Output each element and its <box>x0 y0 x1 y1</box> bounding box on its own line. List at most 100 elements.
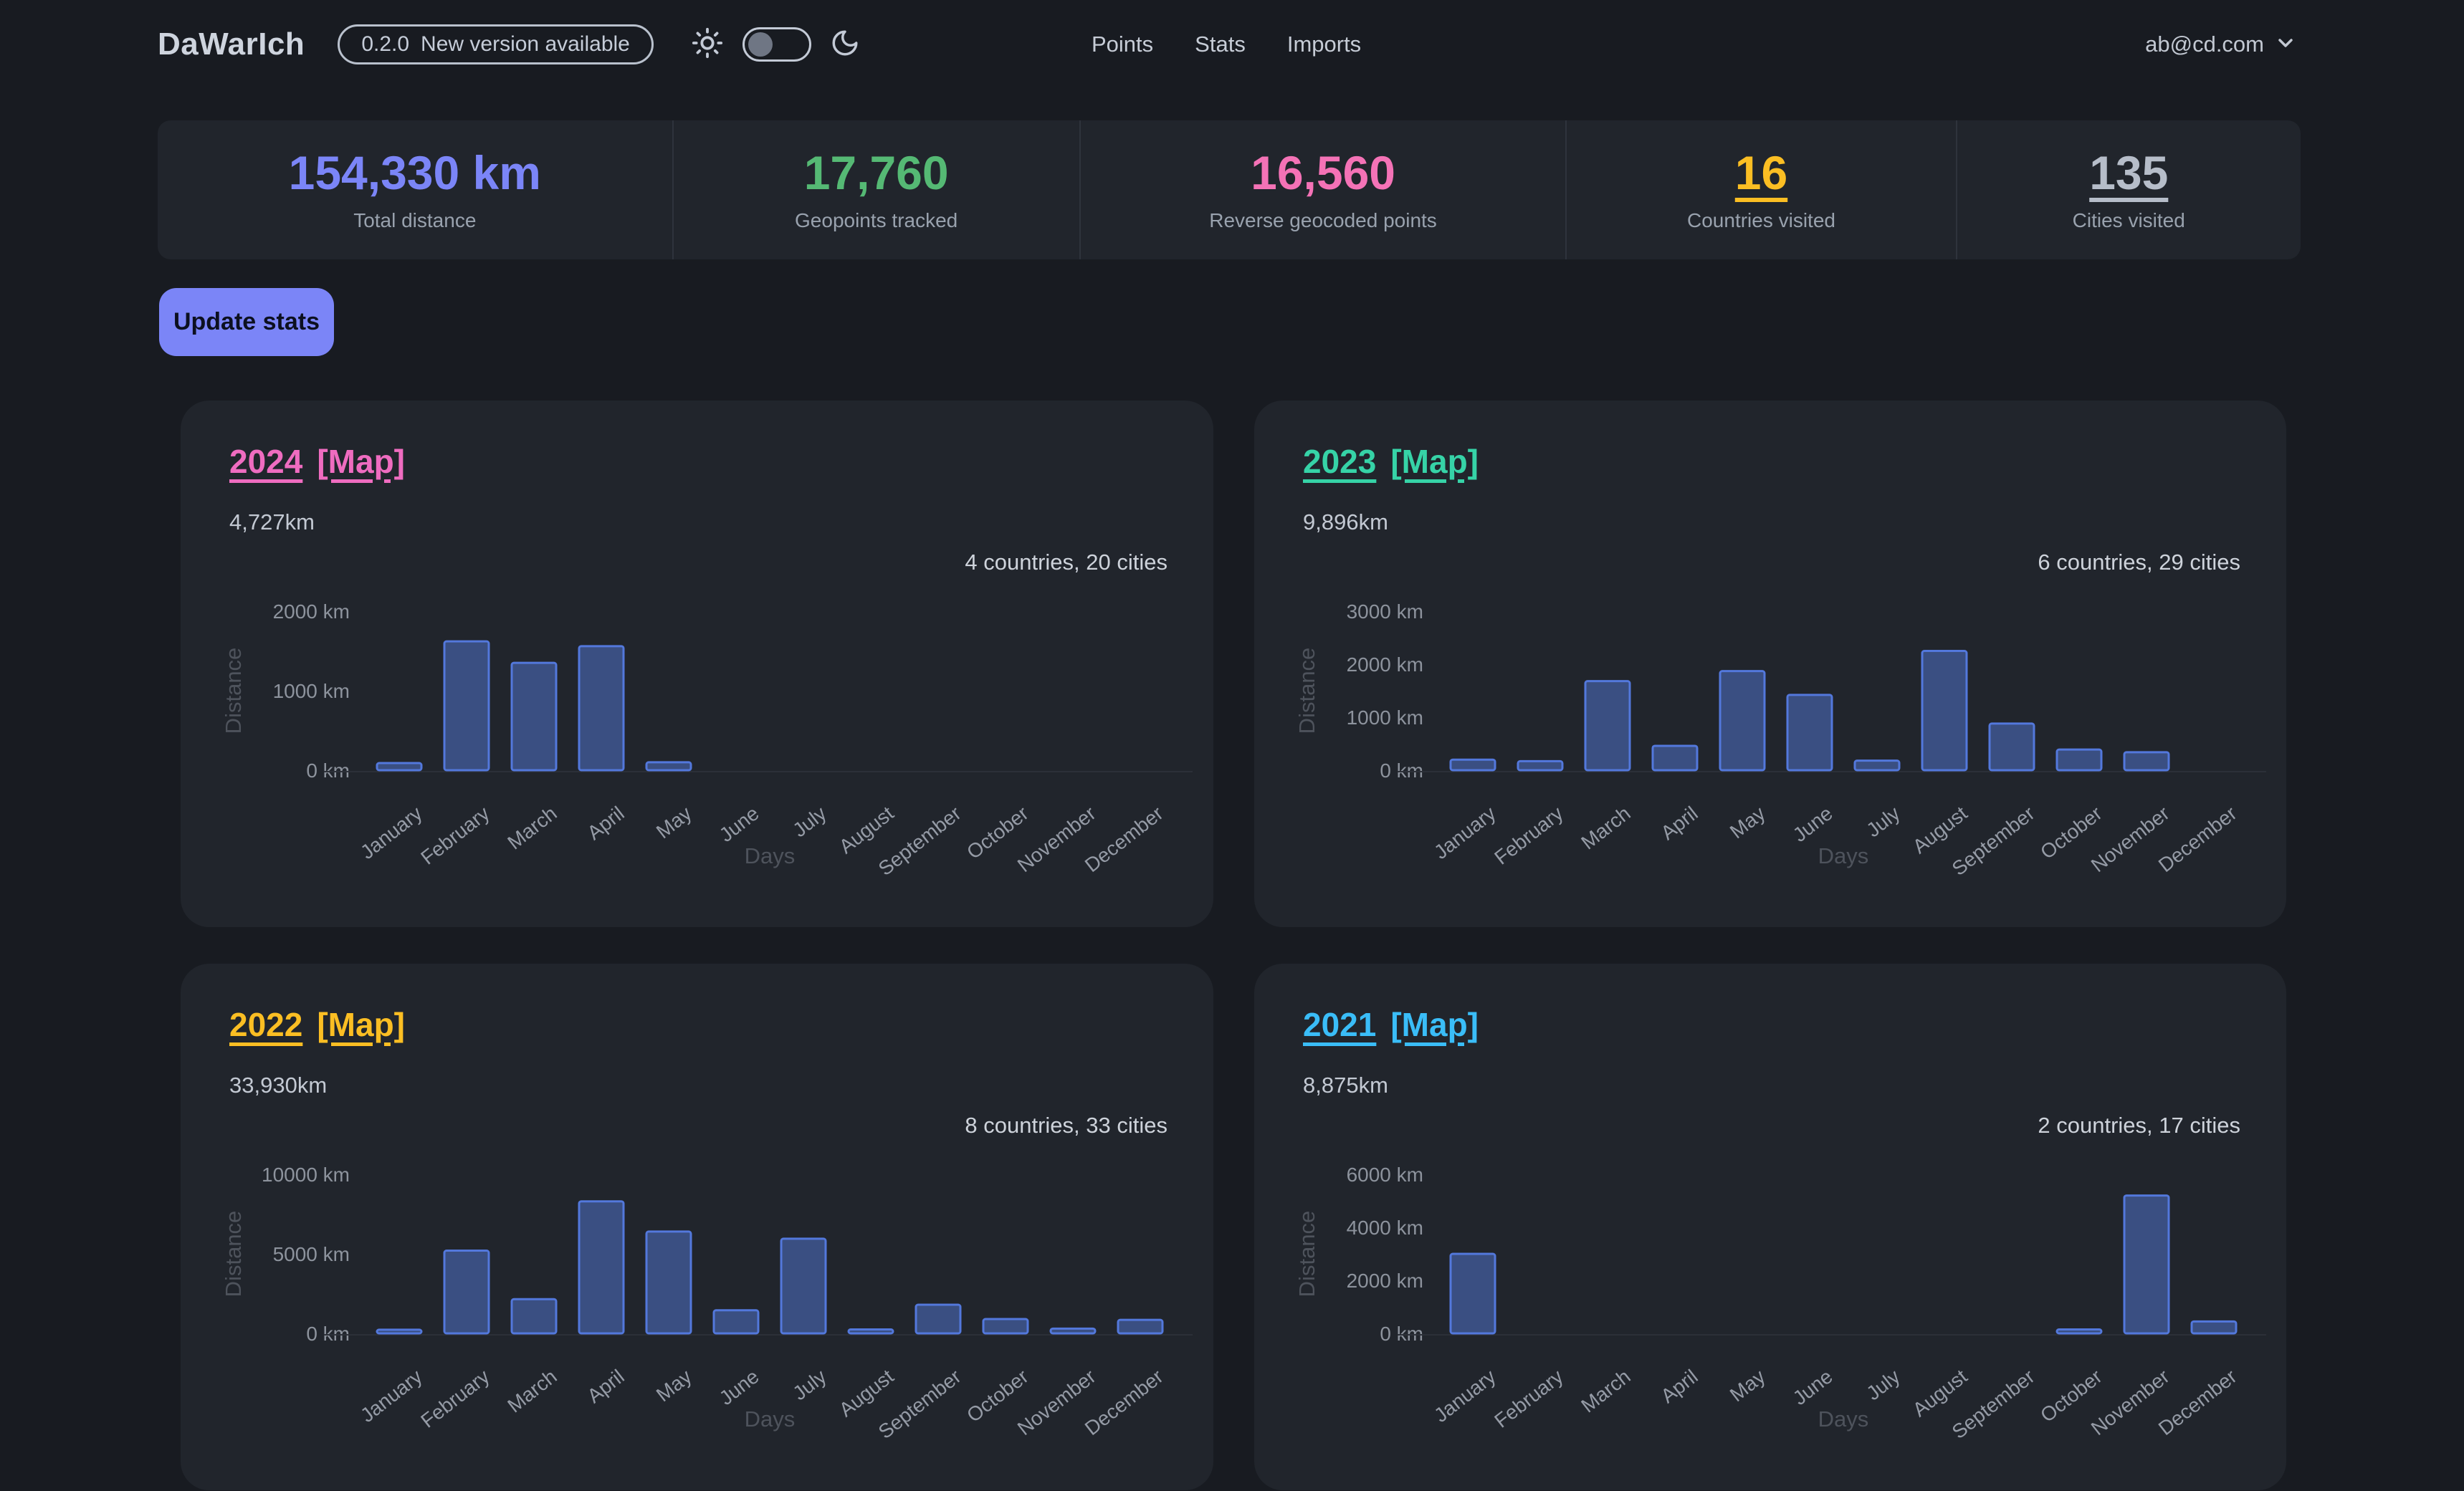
x-tick-label: April <box>583 802 628 844</box>
chart-bar-june <box>714 1310 758 1333</box>
chart-bar-november <box>2124 752 2169 770</box>
app-header: DaWarIch 0.2.0 New version available Poi… <box>0 0 2464 89</box>
chart-bar-november <box>2124 1196 2169 1333</box>
monthly-distance-chart: 0 km1000 km2000 km3000 kmDistanceJanuary… <box>1254 580 2287 928</box>
user-email: ab@cd.com <box>2145 32 2264 57</box>
chart-bar-july <box>1855 761 1899 770</box>
chart-bar-march <box>512 663 556 770</box>
y-tick-label: 5000 km <box>273 1243 350 1265</box>
year-link[interactable]: 2022 <box>229 1006 302 1043</box>
version-badge-text: New version available <box>421 32 630 57</box>
stat-value[interactable]: 135 <box>2089 148 2168 198</box>
x-tick-label: March <box>503 802 560 853</box>
chart-bar-march <box>1585 681 1630 770</box>
y-tick-label: 10000 km <box>262 1164 350 1186</box>
year-link[interactable]: 2021 <box>1303 1006 1376 1043</box>
x-tick-label: May <box>652 802 696 843</box>
x-tick-label: May <box>652 1365 696 1406</box>
sun-icon <box>691 27 724 63</box>
chart-bar-april <box>1653 746 1697 770</box>
year-card: 2022 [Map] 33,930km 8 countries, 33 citie… <box>181 964 1213 1490</box>
x-tick-label: July <box>1862 1365 1904 1404</box>
year-link[interactable]: 2023 <box>1303 443 1376 480</box>
update-stats-button[interactable]: Update stats <box>159 288 334 356</box>
x-tick-label: February <box>1490 1365 1567 1432</box>
year-card: 2024[Map] 4,727km 4 countries, 20 cities… <box>181 401 1213 927</box>
monthly-distance-chart: 0 km1000 km2000 kmDistanceJanuaryFebruar… <box>181 580 1213 928</box>
map-link[interactable]: [Map] <box>1390 443 1479 480</box>
chart-bar-may <box>646 762 691 770</box>
chart-bar-may <box>646 1232 691 1333</box>
chart-bar-april <box>579 646 624 770</box>
user-menu[interactable]: ab@cd.com <box>2145 0 2297 89</box>
y-tick-label: 0 km <box>1380 1323 1423 1345</box>
stat: 16,560 Reverse geocoded points <box>1079 120 1566 259</box>
map-link[interactable]: [Map] <box>1390 1006 1479 1043</box>
x-tick-label: August <box>835 1365 898 1421</box>
year-total-distance: 33,930km <box>229 1073 327 1098</box>
x-tick-label: August <box>1909 802 1972 858</box>
countries-cities-summary: 6 countries, 29 cities <box>2038 550 2240 575</box>
nav-imports[interactable]: Imports <box>1287 32 1361 57</box>
x-axis-title: Days <box>1818 843 1869 868</box>
stat-label: Geopoints tracked <box>795 209 958 232</box>
year-total-distance: 8,875km <box>1303 1073 1388 1098</box>
y-axis-title: Distance <box>1294 648 1319 734</box>
x-tick-label: June <box>1789 802 1837 846</box>
stat-label: Reverse geocoded points <box>1209 209 1437 232</box>
x-tick-label: August <box>835 802 898 858</box>
chart-bar-august <box>849 1329 893 1333</box>
x-tick-label: February <box>416 1365 493 1432</box>
chart-bar-september <box>1990 724 2034 770</box>
chart-bar-october <box>2057 1329 2101 1333</box>
x-tick-label: April <box>1656 1365 1701 1407</box>
countries-cities-summary: 8 countries, 33 cities <box>965 1113 1167 1138</box>
y-tick-label: 6000 km <box>1347 1164 1423 1186</box>
stat-label: Total distance <box>353 209 476 232</box>
chart-bar-december <box>2192 1321 2236 1333</box>
toggle-knob <box>748 32 773 57</box>
x-tick-label: June <box>1789 1365 1837 1409</box>
x-tick-label: July <box>788 802 830 841</box>
y-tick-label: 0 km <box>306 1323 350 1345</box>
app-logo: DaWarIch <box>158 27 305 62</box>
stat-value[interactable]: 16 <box>1735 148 1787 198</box>
map-link[interactable]: [Map] <box>317 1006 405 1043</box>
year-total-distance: 9,896km <box>1303 509 1388 535</box>
year-link[interactable]: 2024 <box>229 443 302 480</box>
x-tick-label: June <box>715 1365 763 1409</box>
y-tick-label: 0 km <box>306 759 350 782</box>
x-tick-label: January <box>356 802 426 863</box>
x-tick-label: January <box>1430 802 1500 863</box>
chart-bar-august <box>1922 651 1967 771</box>
chart-bar-october <box>983 1319 1028 1333</box>
y-tick-label: 1000 km <box>1347 706 1423 729</box>
x-tick-label: March <box>503 1365 560 1416</box>
y-tick-label: 2000 km <box>1347 653 1423 676</box>
year-cards-grid: 2024[Map] 4,727km 4 countries, 20 cities… <box>181 401 2286 1490</box>
version-badge[interactable]: 0.2.0 New version available <box>338 24 654 64</box>
map-link[interactable]: [Map] <box>317 443 405 480</box>
year-card: 2021 [Map] 8,875km 2 countries, 17 cities… <box>1254 964 2286 1490</box>
y-axis-title: Distance <box>221 1211 246 1298</box>
main-nav: Points Stats Imports <box>1092 0 1361 89</box>
stat-value: 16,560 <box>1251 148 1395 198</box>
x-tick-label: April <box>1656 802 1701 844</box>
monthly-distance-chart: 0 km2000 km4000 km6000 kmDistanceJanuary… <box>1254 1143 2287 1491</box>
chart-bar-june <box>1787 695 1832 770</box>
x-tick-label: August <box>1909 1365 1972 1421</box>
chart-bar-february <box>444 641 489 770</box>
countries-cities-summary: 4 countries, 20 cities <box>965 550 1167 575</box>
nav-stats[interactable]: Stats <box>1195 32 1246 57</box>
theme-toggle[interactable] <box>742 27 811 62</box>
x-tick-label: June <box>715 802 763 846</box>
x-axis-title: Days <box>1818 1406 1869 1432</box>
stat-label: Countries visited <box>1687 209 1835 232</box>
stat-value: 17,760 <box>804 148 949 198</box>
x-axis-title: Days <box>745 843 796 868</box>
y-tick-label: 0 km <box>1380 759 1423 782</box>
countries-cities-summary: 2 countries, 17 cities <box>2038 1113 2240 1138</box>
nav-points[interactable]: Points <box>1092 32 1153 57</box>
y-tick-label: 2000 km <box>1347 1270 1423 1292</box>
chart-bar-november <box>1051 1328 1095 1333</box>
